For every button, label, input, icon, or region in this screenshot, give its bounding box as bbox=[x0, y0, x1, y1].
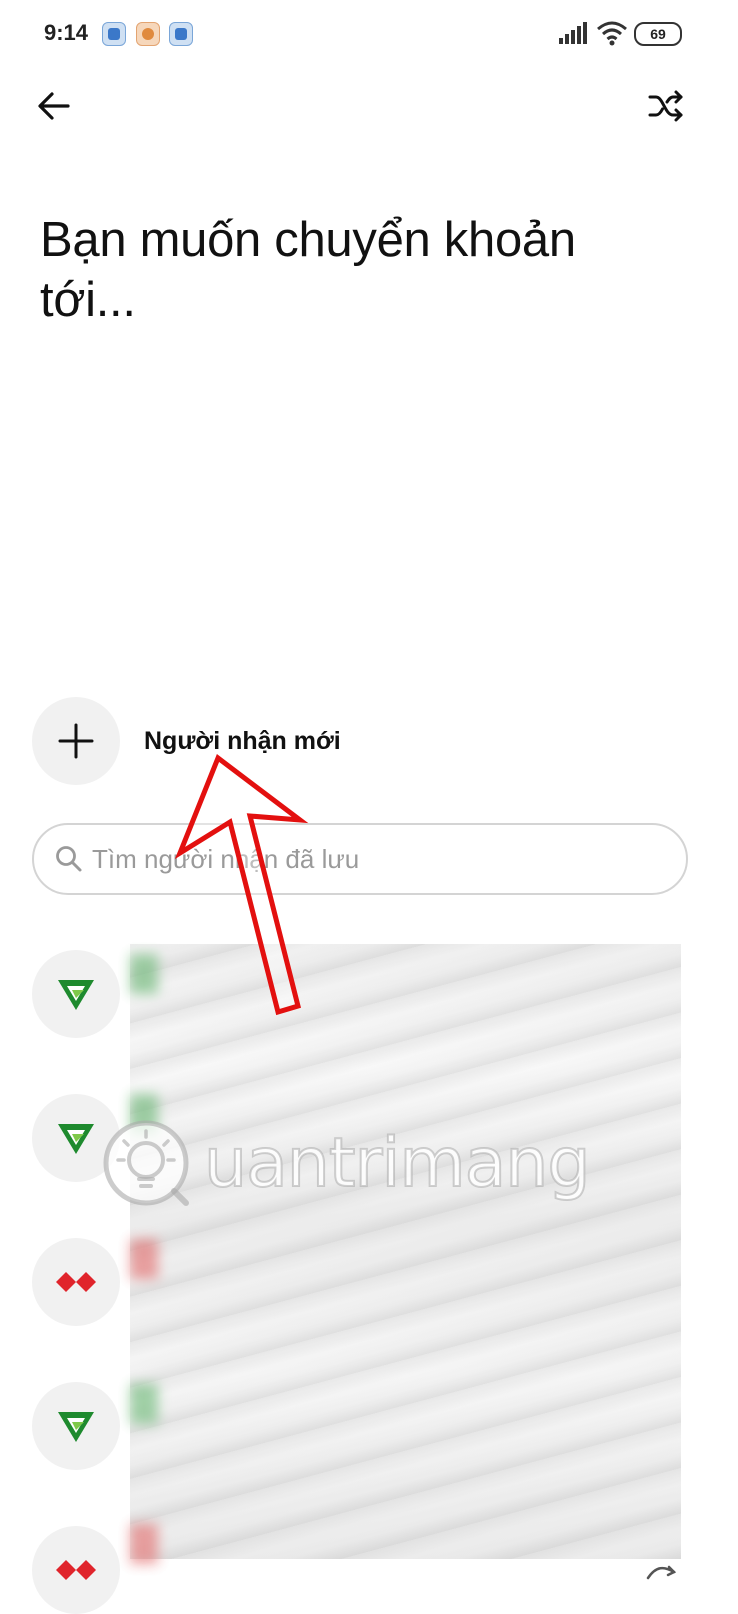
new-recipient-label: Người nhận mới bbox=[144, 726, 341, 755]
notification-app-icon bbox=[102, 22, 126, 46]
saved-recipient-avatar[interactable] bbox=[32, 1526, 120, 1614]
plus-icon bbox=[58, 723, 94, 759]
status-time: 9:14 bbox=[44, 20, 89, 45]
saved-recipient-avatar[interactable] bbox=[32, 1382, 120, 1470]
search-icon bbox=[56, 846, 82, 872]
shuffle-button[interactable] bbox=[646, 86, 686, 126]
saved-recipient-avatar[interactable] bbox=[32, 1238, 120, 1326]
search-input[interactable] bbox=[90, 842, 654, 876]
vietcombank-logo-icon bbox=[58, 1124, 94, 1154]
back-button[interactable] bbox=[34, 86, 74, 126]
techcombank-logo-icon bbox=[56, 1272, 96, 1292]
notification-app-icon bbox=[136, 22, 160, 46]
search-box[interactable] bbox=[32, 823, 688, 895]
page-title: Bạn muốn chuyển khoản tới... bbox=[40, 213, 576, 327]
shuffle-icon bbox=[648, 90, 683, 122]
arrow-left-icon bbox=[38, 92, 70, 120]
battery-indicator: 69 bbox=[634, 22, 682, 46]
shuffle-icon bbox=[646, 1565, 677, 1580]
blurred-contact-details bbox=[130, 944, 681, 1564]
vietcombank-logo-icon bbox=[58, 1412, 94, 1442]
status-bar: 9:14 69 bbox=[0, 0, 738, 66]
techcombank-logo-icon bbox=[56, 1560, 96, 1580]
signal-icon bbox=[559, 22, 587, 44]
new-recipient-button[interactable]: Người nhận mới bbox=[32, 697, 341, 785]
vietcombank-logo-icon bbox=[58, 980, 94, 1010]
wifi-icon bbox=[597, 21, 627, 46]
saved-recipient-avatar[interactable] bbox=[32, 950, 120, 1038]
notification-app-icon bbox=[169, 22, 193, 46]
saved-recipient-avatar[interactable] bbox=[32, 1094, 120, 1182]
add-recipient-circle[interactable] bbox=[32, 697, 120, 785]
